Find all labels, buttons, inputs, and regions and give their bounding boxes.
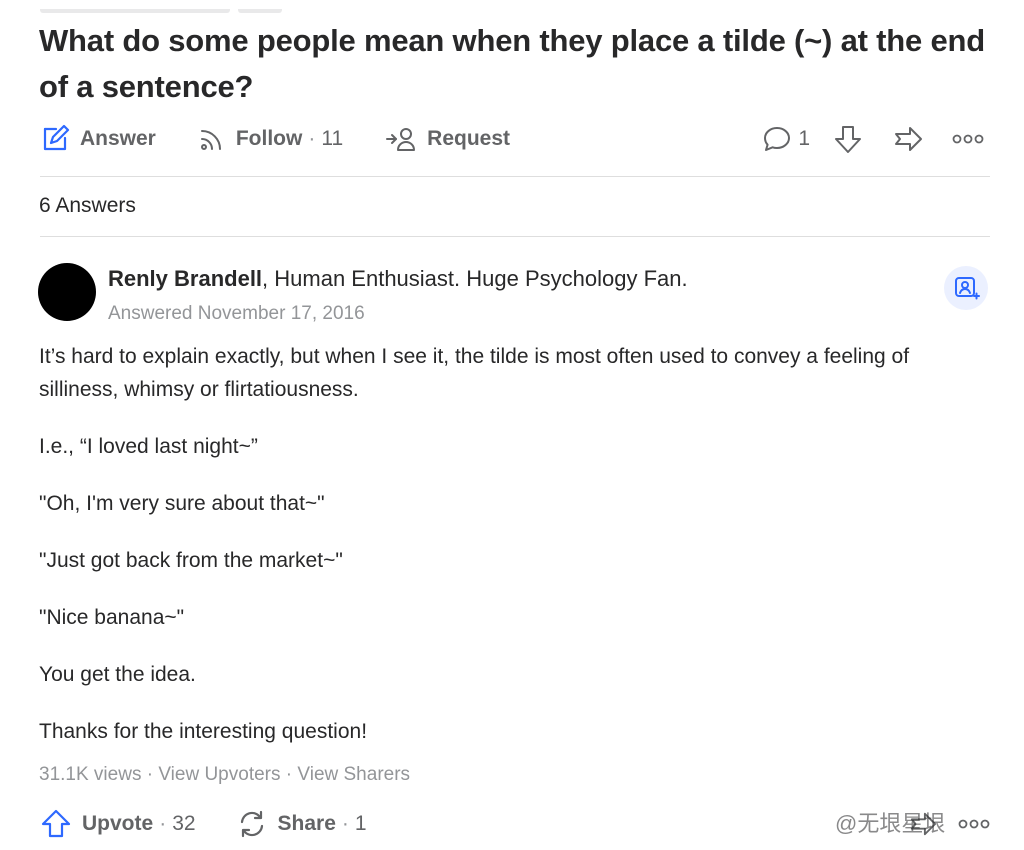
follow-label: Follow xyxy=(235,127,303,150)
divider-top xyxy=(40,176,990,177)
request-button[interactable]: Request xyxy=(385,125,510,153)
share-cycle-icon xyxy=(240,810,263,838)
comment-button[interactable]: 1 xyxy=(762,125,810,153)
answer-paragraph: It’s hard to explain exactly, but when I… xyxy=(39,345,910,401)
author-name[interactable]: Renly Brandell xyxy=(108,266,262,291)
question-title: What do some people mean when they place… xyxy=(39,23,985,104)
divider-answers xyxy=(40,236,990,237)
share-count: 1 xyxy=(354,812,367,835)
upvote-count: 32 xyxy=(172,812,196,835)
answer-action-bar: Upvote · 32 Share · 1 xyxy=(40,804,990,844)
question-secondary-actions: 1 xyxy=(740,118,990,160)
follow-separator: · xyxy=(308,127,316,150)
share-label: Share xyxy=(277,812,336,835)
share-separator: · xyxy=(341,812,349,835)
pencil-square-icon xyxy=(43,124,70,151)
follow-button[interactable]: Follow · 11 xyxy=(198,125,343,153)
question-action-bar: Answer Follow · 11 Request 1 xyxy=(40,118,990,160)
answer-paragraph: "Oh, I'm very sure about that~" xyxy=(39,492,325,515)
stats-separator: · xyxy=(285,764,293,785)
follow-count: 11 xyxy=(321,127,344,150)
answer-paragraph: "Nice banana~" xyxy=(39,606,185,629)
upvote-separator: · xyxy=(159,812,167,835)
view-upvoters-link[interactable]: View Upvoters xyxy=(158,764,280,785)
follow-person-icon xyxy=(955,277,980,300)
views-count: 31.1K views xyxy=(39,764,142,785)
share-question-button[interactable] xyxy=(892,124,930,154)
request-person-icon xyxy=(386,128,416,151)
top-tab-stub xyxy=(40,0,300,13)
answers-count: 6 Answers xyxy=(39,194,136,217)
view-sharers-link[interactable]: View Sharers xyxy=(297,764,410,785)
author-avatar[interactable] xyxy=(38,263,96,321)
downvote-question-button[interactable] xyxy=(832,123,870,155)
share-button[interactable]: Share · 1 xyxy=(236,808,367,840)
comment-count: 1 xyxy=(798,127,810,150)
share-arrow-icon xyxy=(910,812,937,836)
up-arrow-icon xyxy=(41,809,71,838)
answer-paragraph: I.e., “I loved last night~” xyxy=(39,435,258,458)
share-answer-button[interactable] xyxy=(908,810,938,838)
answer-more-options-button[interactable] xyxy=(958,817,990,831)
upvote-label: Upvote xyxy=(82,812,154,835)
upvote-button[interactable]: Upvote · 32 xyxy=(40,808,196,840)
answer-label: Answer xyxy=(80,127,156,150)
share-arrow-icon xyxy=(895,127,922,151)
answer-paragraph: You get the idea. xyxy=(39,663,196,686)
answer-paragraph: Thanks for the interesting question! xyxy=(39,720,368,743)
down-arrow-icon xyxy=(835,126,861,153)
author-credential: , Human Enthusiast. Huge Psychology Fan. xyxy=(262,266,688,291)
answer-button[interactable]: Answer xyxy=(40,124,156,154)
author-line: Renly Brandell, Human Enthusiast. Huge P… xyxy=(108,266,688,292)
wifi-signal-icon xyxy=(200,130,221,150)
more-dots-icon xyxy=(952,134,984,144)
request-label: Request xyxy=(427,127,511,150)
answer-secondary-actions xyxy=(888,804,990,844)
follow-author-button[interactable] xyxy=(944,266,988,310)
answer-body: It’s hard to explain exactly, but when I… xyxy=(39,340,989,748)
answer-paragraph: "Just got back from the market~" xyxy=(39,549,343,572)
speech-bubble-icon xyxy=(764,127,791,151)
more-dots-icon xyxy=(958,819,990,829)
answer-date[interactable]: Answered November 17, 2016 xyxy=(108,303,365,325)
stats-separator: · xyxy=(146,764,154,785)
answer-stats: 31.1K views · View Upvoters · View Share… xyxy=(39,764,410,786)
more-options-button[interactable] xyxy=(952,132,990,146)
